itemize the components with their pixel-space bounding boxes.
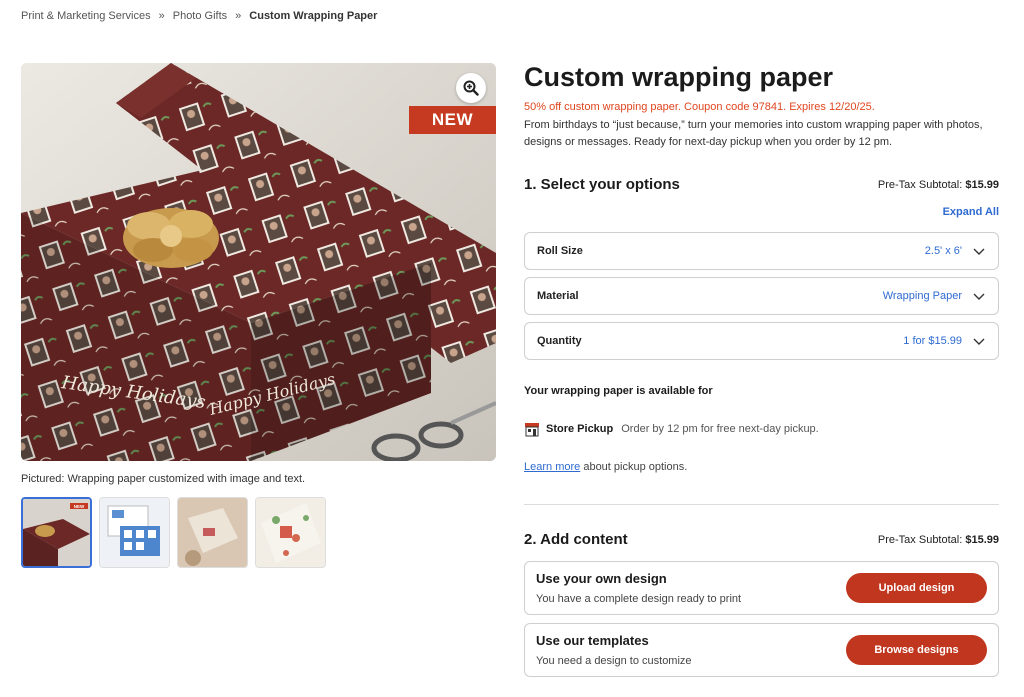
option-label: Material [537,290,579,302]
breadcrumb: Print & Marketing Services » Photo Gifts… [21,10,377,22]
breadcrumb-separator: » [158,10,165,22]
thumbnail-1[interactable]: NEW [21,497,92,568]
card-description: You have a complete design ready to prin… [536,593,742,605]
chevron-down-icon [973,248,985,255]
options-header: 1. Select your options Pre-Tax Subtotal:… [524,176,999,193]
pickup-method: Store Pickup [546,423,614,435]
content-header: 2. Add content Pre-Tax Subtotal: $15.99 [524,531,999,548]
chevron-down-icon [973,293,985,300]
zoom-in-icon [463,80,479,96]
page-title: Custom wrapping paper [524,62,834,92]
option-value-wrap: Wrapping Paper [883,289,986,303]
option-value: 1 for $15.99 [903,335,962,347]
option-label: Quantity [537,335,582,347]
subtotal-value: $15.99 [965,533,999,546]
pickup-note: Order by 12 pm for free next-day pickup. [621,423,819,435]
thumbnail-image: NEW [23,499,90,566]
section-divider [524,504,999,505]
option-value: 2.5' x 6' [924,245,962,257]
promo-text: 50% off custom wrapping paper. Coupon co… [524,101,875,113]
thumbnail-image [256,498,325,567]
expand-all-link[interactable]: Expand All [943,206,999,218]
product-description: From birthdays to “just because,” turn y… [524,119,983,148]
option-roll-size[interactable]: Roll Size 2.5' x 6' [524,232,999,270]
subtotal-label: Pre-Tax Subtotal: [877,178,963,191]
upload-design-button[interactable]: Upload design [846,573,987,603]
option-material[interactable]: Material Wrapping Paper [524,277,999,315]
availability-heading: Your wrapping paper is available for [524,385,713,397]
svg-text:NEW: NEW [74,504,85,509]
option-quantity[interactable]: Quantity 1 for $15.99 [524,322,999,360]
learn-more-link[interactable]: Learn more [524,461,580,473]
new-badge: NEW [409,106,496,134]
subtotal-value: $15.99 [965,178,999,191]
card-title: Use your own design [536,571,667,586]
image-caption: Pictured: Wrapping paper customized with… [21,473,306,485]
zoom-button[interactable] [456,73,486,103]
breadcrumb-current: Custom Wrapping Paper [249,10,378,22]
content-heading: 2. Add content [524,531,628,548]
content-subtotal: Pre-Tax Subtotal: $15.99 [878,534,999,546]
option-label: Roll Size [537,245,583,257]
templates-card: Use our templates You need a design to c… [524,623,999,677]
chevron-down-icon [973,338,985,345]
learn-more-row: Learn more about pickup options. [524,461,687,473]
option-value-wrap: 2.5' x 6' [925,244,986,258]
breadcrumb-link-print-marketing[interactable]: Print & Marketing Services [21,10,151,22]
store-pickup-row: Store Pickup Order by 12 pm for free nex… [524,421,819,437]
thumbnail-4[interactable] [255,497,326,568]
thumbnail-3[interactable] [177,497,248,568]
subtotal-label: Pre-Tax Subtotal: [877,533,963,546]
learn-more-text: about pickup options. [583,461,688,473]
options-subtotal: Pre-Tax Subtotal: $15.99 [878,179,999,191]
store-icon [525,423,539,437]
thumbnail-2[interactable] [99,497,170,568]
thumbnail-strip: NEW [21,497,326,568]
card-title: Use our templates [536,633,649,648]
card-description: You need a design to customize [536,655,692,667]
own-design-card: Use your own design You have a complete … [524,561,999,615]
option-value: Wrapping Paper [882,290,962,302]
thumbnail-image [100,498,169,567]
thumbnail-image [178,498,247,567]
browse-designs-button[interactable]: Browse designs [846,635,987,665]
options-heading: 1. Select your options [524,176,680,193]
option-value-wrap: 1 for $15.99 [903,334,986,348]
breadcrumb-separator: » [235,10,242,22]
breadcrumb-link-photo-gifts[interactable]: Photo Gifts [173,10,227,22]
